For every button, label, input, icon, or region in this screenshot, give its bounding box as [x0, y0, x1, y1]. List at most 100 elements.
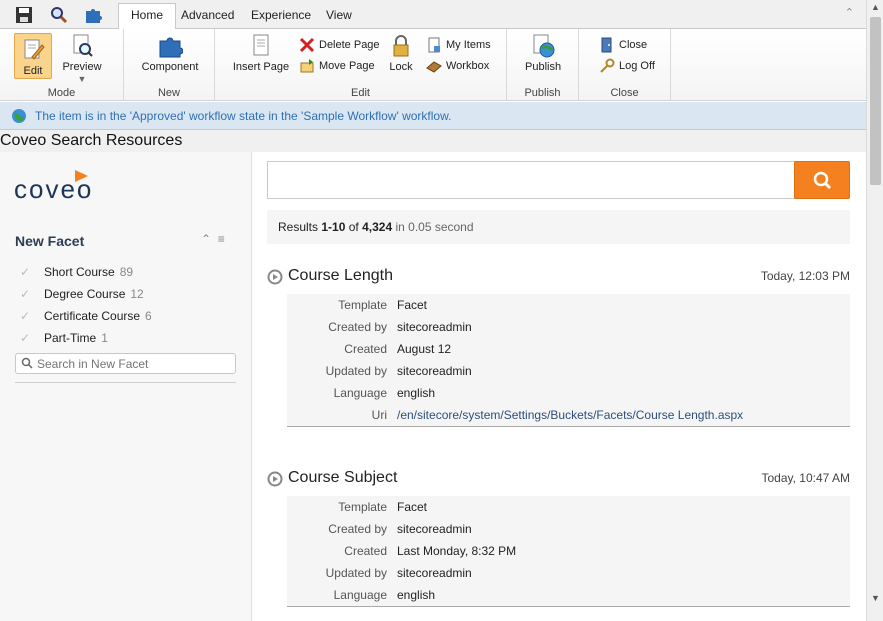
facet-item-label: Short Course — [44, 265, 115, 279]
search-icon — [21, 357, 33, 369]
search-input[interactable] — [268, 162, 794, 198]
field-row: Template Facet — [287, 496, 850, 518]
group-label-edit: Edit — [351, 87, 370, 99]
my-items-button[interactable]: My Items — [426, 36, 491, 54]
search-icon — [813, 171, 832, 190]
facet-title: New Facet — [15, 233, 85, 249]
field-row: Language english — [287, 382, 850, 404]
move-page-button[interactable]: Move Page — [299, 57, 375, 75]
facet-item-count: 89 — [119, 265, 134, 279]
log-off-button[interactable]: Log Off — [599, 57, 655, 75]
facet-item-count: 6 — [145, 309, 152, 323]
check-icon[interactable]: ✓ — [18, 309, 32, 323]
facet-item[interactable]: ✓ Part-Time 1 — [18, 329, 108, 347]
facet-item[interactable]: ✓ Certificate Course 6 — [18, 307, 152, 325]
log-off-label: Log Off — [619, 60, 655, 72]
scroll-down-icon[interactable]: ▼ — [867, 593, 883, 607]
facet-item[interactable]: ✓ Degree Course 12 — [18, 285, 144, 303]
result-fields: Template Facet Created by sitecoreadmin Cr… — [287, 496, 850, 607]
globe-icon — [11, 108, 27, 124]
lock-button[interactable]: Lock — [386, 33, 416, 73]
collapse-ribbon-icon[interactable]: ⌃ — [845, 6, 854, 19]
facet-item-count: 12 — [130, 287, 144, 301]
result-title[interactable]: Course Length — [288, 267, 393, 285]
uri-link[interactable]: /en/sitecore/system/Settings/Buckets/Fac… — [397, 408, 743, 422]
close-button[interactable]: Close — [599, 36, 647, 54]
puzzle-icon[interactable] — [83, 5, 103, 25]
delete-page-button[interactable]: Delete Page — [299, 36, 380, 54]
field-key: Language — [333, 386, 387, 400]
my-items-icon — [426, 37, 442, 53]
ribbon: Edit Preview ▼ Mode Component New Insert… — [0, 29, 866, 101]
field-value: sitecoreadmin — [397, 566, 472, 580]
facet-item[interactable]: ✓ Short Course 89 — [18, 263, 133, 281]
facet-menu-icon[interactable]: ≡ — [218, 232, 225, 246]
field-key: Created — [344, 544, 387, 558]
vertical-scrollbar[interactable]: ▲ ▼ — [866, 0, 883, 621]
field-value: sitecoreadmin — [397, 320, 472, 334]
facet-search-input[interactable] — [37, 355, 232, 372]
field-row: Updated by sitecoreadmin — [287, 360, 850, 382]
close-door-icon — [599, 37, 615, 53]
insert-page-icon — [248, 33, 274, 59]
facet-tools: ⌃ ≡ — [201, 232, 225, 246]
result-title[interactable]: Course Subject — [288, 469, 397, 487]
preview-button[interactable]: Preview ▼ — [57, 33, 107, 85]
ribbon-tabs-bar: Home Advanced Experience View ⌃ — [0, 0, 866, 30]
summary-range: 1-10 — [321, 220, 346, 234]
facet-item-label: Degree Course — [44, 287, 126, 301]
field-row: Created August 12 — [287, 338, 850, 360]
move-page-icon — [299, 58, 315, 74]
component-label: Component — [141, 61, 199, 73]
check-icon[interactable]: ✓ — [18, 287, 32, 301]
facet-item-count: 1 — [101, 331, 108, 345]
collapse-facet-icon[interactable]: ⌃ — [201, 232, 211, 246]
publish-icon — [530, 33, 556, 59]
workflow-message: The item is in the 'Approved' workflow s… — [35, 109, 452, 123]
field-value: english — [397, 588, 436, 602]
ribbon-group-new: Component New — [124, 29, 215, 101]
field-row: Language english — [287, 584, 850, 606]
save-icon[interactable] — [14, 5, 34, 25]
svg-text:coveo: coveo — [14, 174, 93, 202]
insert-page-button[interactable]: Insert Page — [231, 33, 291, 73]
tab-advanced[interactable]: Advanced — [169, 4, 246, 29]
preview-icon — [69, 33, 95, 59]
field-key: Created — [344, 342, 387, 356]
field-row: Template Facet — [287, 294, 850, 316]
edit-label: Edit — [23, 65, 43, 77]
scroll-up-icon[interactable]: ▲ — [867, 2, 883, 16]
ribbon-group-edit: Insert Page Delete Page Move Page Lock M… — [215, 29, 507, 101]
field-value: Facet — [397, 500, 428, 514]
check-icon[interactable]: ✓ — [18, 265, 32, 279]
field-key: Uri — [371, 408, 387, 422]
key-icon — [599, 58, 615, 74]
group-label-mode: Mode — [47, 87, 76, 99]
delete-page-label: Delete Page — [319, 39, 380, 51]
field-key: Language — [333, 588, 387, 602]
search-icon[interactable] — [49, 5, 69, 25]
tab-view[interactable]: View — [314, 4, 364, 29]
component-icon — [157, 33, 184, 59]
publish-button[interactable]: Publish — [525, 33, 561, 73]
preview-label: Preview — [62, 61, 102, 73]
edit-mode-button[interactable]: Edit — [14, 33, 52, 79]
field-key: Updated by — [325, 566, 387, 580]
component-button[interactable]: Component — [141, 33, 199, 73]
field-value: Last Monday, 8:32 PM — [397, 544, 517, 558]
tab-experience[interactable]: Experience — [239, 4, 323, 29]
search-button[interactable] — [794, 161, 850, 199]
edit-icon — [20, 37, 46, 63]
coveo-logo: coveo — [14, 170, 114, 205]
check-icon[interactable]: ✓ — [18, 331, 32, 345]
workbox-button[interactable]: Workbox — [426, 57, 489, 75]
group-label-close: Close — [610, 87, 639, 99]
insert-page-label: Insert Page — [232, 61, 290, 73]
result-type-icon — [267, 269, 283, 285]
scroll-thumb[interactable] — [870, 17, 881, 185]
delete-icon — [299, 37, 315, 53]
tab-home[interactable]: Home — [118, 3, 177, 30]
facet-item-label: Certificate Course — [44, 309, 141, 323]
page-title: Coveo Search Resources — [0, 132, 183, 149]
chevron-down-icon: ▼ — [77, 74, 87, 84]
